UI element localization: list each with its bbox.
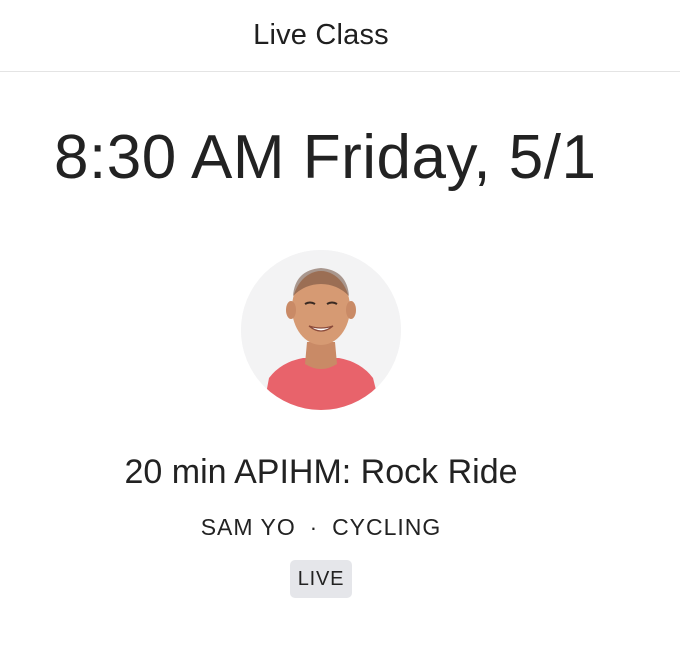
header-bar: Live Class [0, 0, 680, 72]
live-status-badge: LIVE [290, 560, 352, 598]
meta-separator: · [309, 514, 319, 540]
instructor-avatar [241, 250, 401, 410]
instructor-name[interactable]: SAM YO [201, 514, 296, 541]
class-category: CYCLING [332, 514, 442, 540]
class-datetime: 8:30 AM Friday, 5/1 [54, 123, 597, 192]
instructor-photo-icon [241, 250, 401, 410]
class-title: 20 min APIHM: Rock Ride [124, 453, 518, 491]
class-meta: SAM YO · CYCLING [0, 514, 642, 541]
page-title: Live Class [253, 19, 389, 51]
